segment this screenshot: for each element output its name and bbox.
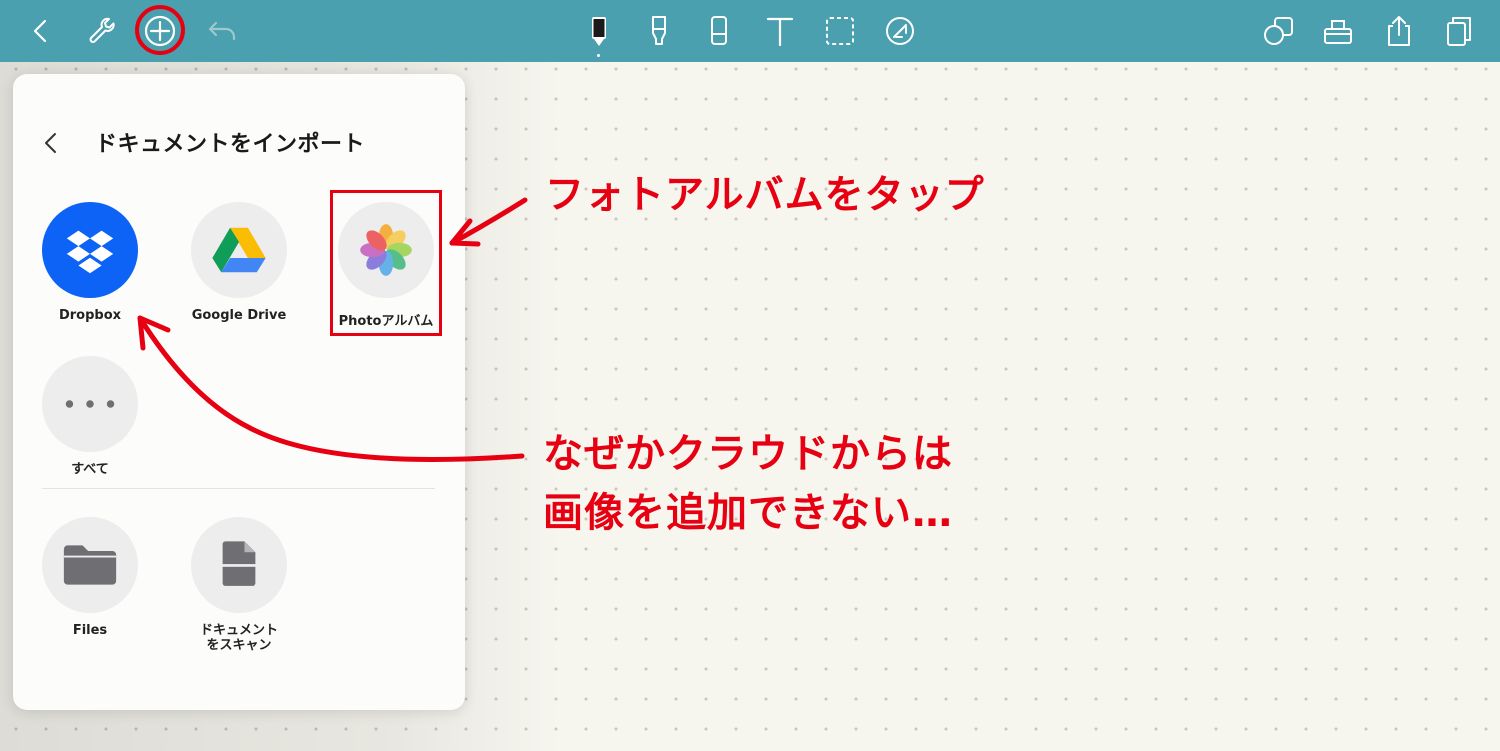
dropbox-icon	[42, 202, 138, 298]
action-label: Files	[72, 623, 108, 638]
panel-title: ドキュメントをインポート	[95, 132, 366, 157]
source-label: Dropbox	[58, 308, 122, 323]
page-copy-icon[interactable]	[1441, 13, 1477, 49]
dropbox-source-button[interactable]: Dropbox	[25, 202, 155, 323]
share-icon[interactable]	[1381, 13, 1417, 49]
eraser-tool-icon[interactable]	[701, 13, 737, 49]
undo-icon[interactable]	[204, 13, 240, 49]
import-document-panel: ドキュメントをインポート Dropbox Google Drive Photoア…	[13, 74, 465, 710]
add-button-highlight-ring	[135, 5, 185, 55]
annotation-cloud-line-2: 画像を追加できない…	[543, 490, 953, 536]
files-button[interactable]: Files	[25, 517, 155, 638]
wrench-icon[interactable]	[83, 13, 119, 49]
annotation-cloud-line-1: なぜかクラウドからは	[543, 431, 953, 477]
lasso-select-icon[interactable]	[822, 13, 858, 49]
folder-icon	[42, 517, 138, 613]
shape-tool-icon[interactable]	[882, 13, 918, 49]
google-drive-source-button[interactable]: Google Drive	[174, 202, 304, 323]
shapes-panel-icon[interactable]	[1261, 13, 1297, 49]
scan-document-button[interactable]: ドキュメント をスキャン	[174, 517, 304, 653]
top-toolbar	[0, 0, 1500, 62]
panel-back-chevron-icon[interactable]	[41, 130, 61, 156]
zoom-window-icon[interactable]	[1320, 13, 1356, 49]
scan-document-icon	[191, 517, 287, 613]
photo-album-highlight-box	[330, 190, 442, 336]
annotation-cloud-note: なぜかクラウドからは 画像を追加できない…	[543, 425, 953, 543]
google-drive-icon	[191, 202, 287, 298]
more-dots-icon	[42, 356, 138, 452]
back-chevron-icon[interactable]	[22, 13, 58, 49]
annotation-photo-album-tap: フォトアルバムをタップ	[545, 173, 985, 218]
highlighter-tool-icon[interactable]	[641, 13, 677, 49]
action-label: ドキュメント をスキャン	[199, 623, 278, 653]
pen-tool-icon[interactable]	[581, 13, 617, 49]
text-tool-icon[interactable]	[762, 13, 798, 49]
source-label: すべて	[71, 462, 109, 477]
source-label: Google Drive	[191, 308, 287, 323]
panel-divider	[42, 488, 435, 489]
all-sources-button[interactable]: すべて	[25, 356, 155, 477]
active-tool-indicator	[597, 54, 600, 57]
